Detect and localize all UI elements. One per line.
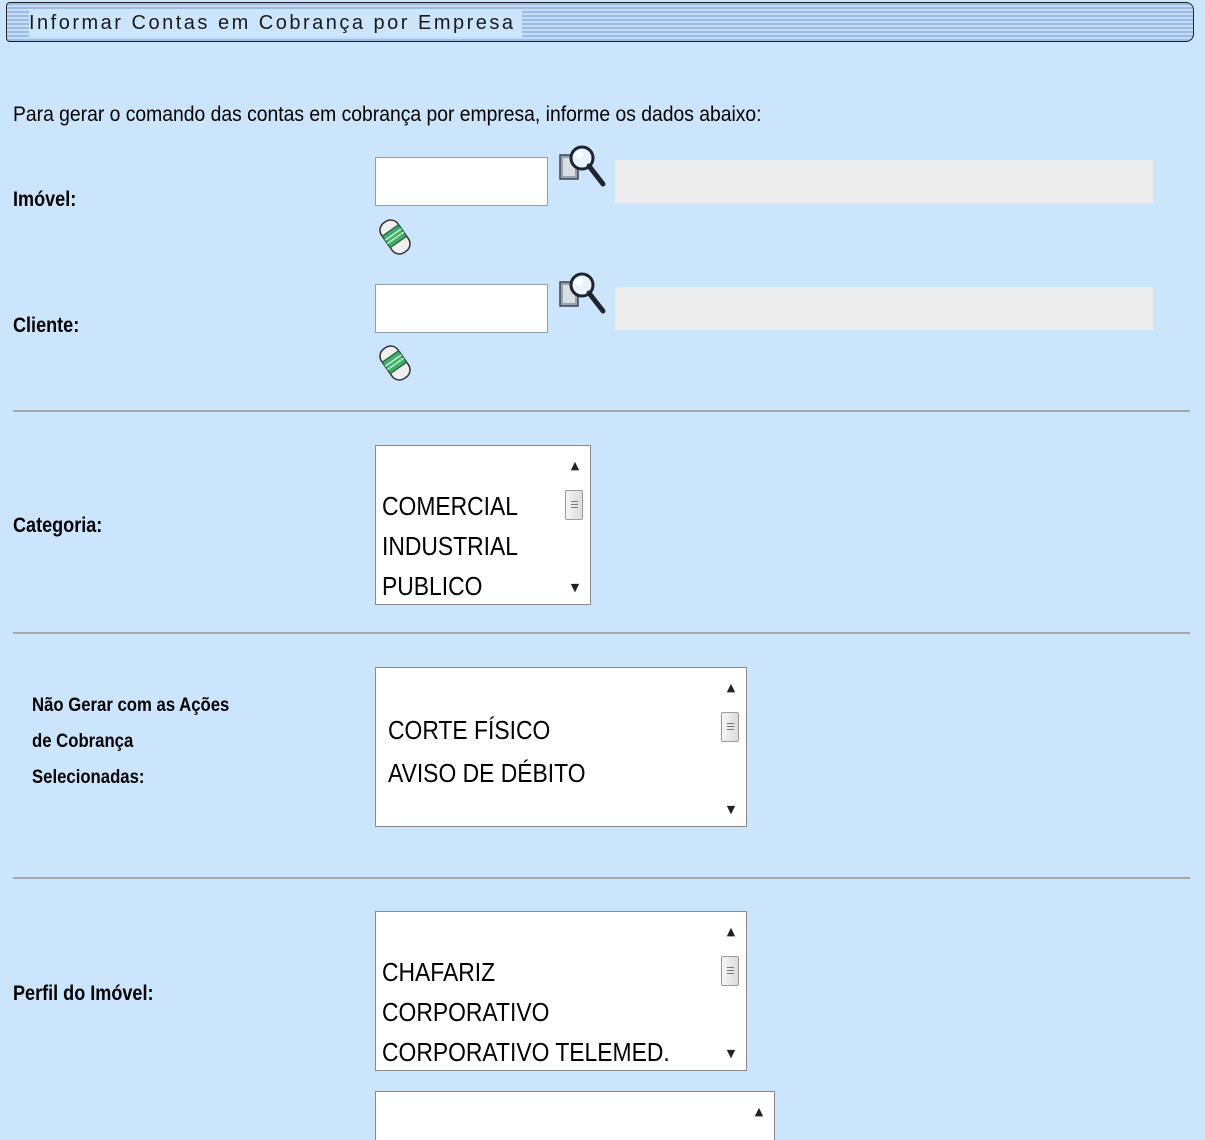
scroll-up-arrow-icon[interactable]: ▲ [716,678,746,698]
list-option[interactable]: PUBLICO [382,566,518,604]
next-scrollbar[interactable]: ▲ [744,1092,774,1140]
list-option[interactable]: COMERCIAL [382,486,518,526]
cliente-lookup-icon[interactable] [556,271,608,323]
cliente-label: Cliente: [13,314,80,337]
cliente-description [615,287,1153,330]
scroll-down-arrow-icon[interactable]: ▼ [716,1044,746,1064]
cliente-input[interactable] [375,284,548,333]
scroll-up-arrow-icon[interactable]: ▲ [716,922,746,942]
list-option[interactable]: CORPORATIVO TELEMED. [382,1032,670,1070]
categoria-listbox[interactable]: COMERCIAL INDUSTRIAL PUBLICO ▲ ▼ [375,445,591,605]
next-listbox[interactable]: ▲ [375,1091,775,1140]
scroll-up-arrow-icon[interactable]: ▲ [560,456,590,476]
imovel-input[interactable] [375,157,548,206]
scroll-up-arrow-icon[interactable]: ▲ [744,1102,774,1122]
acoes-scrollbar[interactable]: ▲ ▼ [716,668,746,826]
form-title: Informar Contas em Cobrança por Empresa [29,9,522,37]
list-option[interactable]: CORPORATIVO [382,992,670,1032]
perfil-label: Perfil do Imóvel: [13,982,154,1005]
list-option[interactable]: INDUSTRIAL [382,526,518,566]
list-option[interactable]: CHAFARIZ [382,952,670,992]
list-option[interactable]: AVISO DE DÉBITO [388,752,586,795]
intro-text: Para gerar o comando das contas em cobra… [13,103,762,126]
section-divider [13,632,1190,634]
imovel-lookup-icon[interactable] [556,144,608,196]
categoria-label: Categoria: [13,514,103,537]
acoes-label: Não Gerar com as Ações de Cobrança Selec… [32,688,229,796]
scroll-down-arrow-icon[interactable]: ▼ [560,578,590,598]
scroll-thumb[interactable] [721,712,739,742]
imovel-label: Imóvel: [13,188,77,211]
acoes-label-line: Selecionadas: [32,767,145,788]
section-divider [13,410,1190,412]
perfil-scrollbar[interactable]: ▲ ▼ [716,912,746,1070]
imovel-erase-icon[interactable] [373,215,417,259]
imovel-description [615,160,1153,203]
acoes-listbox[interactable]: CORTE FÍSICO AVISO DE DÉBITO ▲ ▼ [375,667,747,827]
form-title-bar: Informar Contas em Cobrança por Empresa [6,2,1194,42]
categoria-scrollbar[interactable]: ▲ ▼ [560,446,590,604]
scroll-thumb[interactable] [721,956,739,986]
cliente-erase-icon[interactable] [373,341,417,385]
scroll-down-arrow-icon[interactable]: ▼ [716,800,746,820]
scroll-thumb[interactable] [565,490,583,520]
list-option[interactable]: CORTE FÍSICO [388,709,586,752]
acoes-label-line: Não Gerar com as Ações [32,695,230,716]
section-divider [13,877,1190,879]
acoes-label-line: de Cobrança [32,731,134,752]
perfil-listbox[interactable]: CHAFARIZ CORPORATIVO CORPORATIVO TELEMED… [375,911,747,1071]
